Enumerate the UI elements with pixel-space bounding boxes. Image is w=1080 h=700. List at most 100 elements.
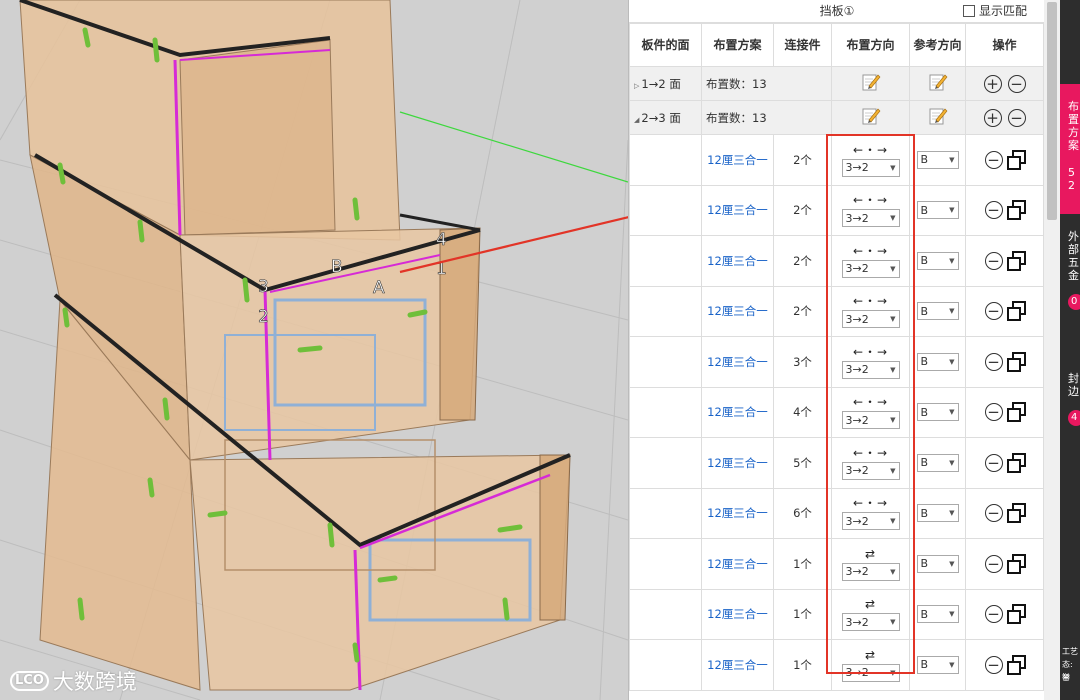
reference-select[interactable]: B ▼ [916,554,959,573]
copy-icon[interactable] [1006,402,1028,423]
dropdown-caret-icon: ▼ [890,163,896,172]
plan-link[interactable]: 12厘三合一 [701,588,774,640]
plan-link[interactable]: 12厘三合一 [701,285,774,337]
scrollbar-thumb[interactable] [1047,2,1057,220]
remove-icon[interactable]: − [984,403,1003,422]
copy-icon[interactable] [1006,250,1028,271]
direction-arrow-icon[interactable]: ←・→ [832,446,909,460]
expanded-icon[interactable]: ◢ [634,116,639,124]
remove-icon[interactable]: − [984,150,1003,169]
cabinet-body[interactable] [19,0,571,691]
direction-arrow-icon[interactable]: ←・→ [832,345,909,359]
reference-select[interactable]: B ▼ [916,251,959,270]
direction-select[interactable]: 3→2 ▼ [841,562,900,581]
reference-select[interactable]: B ▼ [916,655,959,674]
group-face[interactable]: ▷ 1→2 面 [629,66,702,101]
direction-select[interactable]: 3→2 ▼ [841,360,900,379]
direction-select[interactable]: 3→2 ▼ [841,158,900,177]
reference-select[interactable]: B ▼ [916,453,959,472]
side-tab-hardware-label[interactable]: 外部五金 [1068,230,1080,282]
collapsed-icon[interactable]: ▷ [634,82,639,90]
reference-cell: B ▼ [909,588,966,640]
direction-select[interactable]: 3→2 ▼ [841,663,900,682]
direction-arrow-icon[interactable]: ←・→ [832,294,909,308]
copy-icon[interactable] [1006,149,1028,170]
group-row[interactable]: ◢ 2→3 面布置数：13 + − [629,100,1044,135]
direction-arrow-icon[interactable]: ←・→ [832,395,909,409]
reference-cell: B ▼ [909,538,966,590]
reference-select[interactable]: B ▼ [916,605,959,624]
copy-icon[interactable] [1006,452,1028,473]
panel-scrollbar[interactable] [1044,0,1060,700]
reference-select[interactable]: B ▼ [916,150,959,169]
direction-select[interactable]: 3→2 ▼ [841,259,900,278]
direction-select[interactable]: 3→2 ▼ [841,209,900,228]
copy-icon[interactable] [1006,553,1028,574]
direction-select[interactable]: 3→2 ▼ [841,411,900,430]
direction-arrow-icon[interactable]: ⇄ [832,547,909,561]
copy-icon[interactable] [1006,301,1028,322]
plan-link[interactable]: 12厘三合一 [701,639,774,691]
edit-reference-button[interactable] [909,66,966,101]
direction-arrow-icon[interactable]: ←・→ [832,143,909,157]
dropdown-caret-icon: ▼ [890,315,896,324]
plan-link[interactable]: 12厘三合一 [701,437,774,489]
copy-icon[interactable] [1006,351,1028,372]
direction-arrow-icon[interactable]: ⇄ [832,648,909,662]
remove-icon[interactable]: − [984,201,1003,220]
remove-icon[interactable]: − [984,504,1003,523]
connector-qty: 3个 [773,336,832,388]
direction-arrow-icon[interactable]: ←・→ [832,244,909,258]
plan-link[interactable]: 12厘三合一 [701,386,774,438]
remove-icon[interactable]: − [984,251,1003,270]
direction-arrow-icon[interactable]: ⇄ [832,597,909,611]
copy-icon[interactable] [1006,200,1028,221]
group-count: 布置数：13 [701,100,832,135]
group-row[interactable]: ▷ 1→2 面布置数：13 + − [629,66,1044,101]
reference-select[interactable]: B ▼ [916,504,959,523]
direction-select[interactable]: 3→2 ▼ [841,613,900,632]
direction-arrow-icon[interactable]: ←・→ [832,496,909,510]
direction-arrow-icon[interactable]: ←・→ [832,193,909,207]
remove-icon[interactable]: − [1007,108,1026,127]
copy-icon[interactable] [1006,604,1028,625]
reference-select[interactable]: B ▼ [916,201,959,220]
edit-reference-button[interactable] [909,100,966,135]
remove-icon[interactable]: − [984,352,1003,371]
remove-icon[interactable]: − [984,302,1003,321]
connector-qty: 6个 [773,487,832,539]
remove-icon[interactable]: − [984,453,1003,472]
remove-icon[interactable]: − [1007,74,1026,93]
direction-select[interactable]: 3→2 ▼ [841,512,900,531]
show-match-toggle[interactable]: 显示匹配 [962,0,1027,22]
plan-link[interactable]: 12厘三合一 [701,235,774,287]
plan-link[interactable]: 12厘三合一 [701,538,774,590]
col-plan: 布置方案 [701,23,774,67]
show-match-checkbox[interactable] [962,5,975,17]
copy-icon[interactable] [1006,503,1028,524]
plan-link[interactable]: 12厘三合一 [701,336,774,388]
direction-select[interactable]: 3→2 ▼ [841,310,900,329]
dropdown-caret-icon: ▼ [890,264,896,273]
plan-link[interactable]: 12厘三合一 [701,134,774,186]
cabinet-model-canvas[interactable]: 4 1 3 2 B A [0,0,628,700]
side-tab-edge-label[interactable]: 封边 [1068,372,1080,398]
plan-link[interactable]: 12厘三合一 [701,184,774,236]
direction-select[interactable]: 3→2 ▼ [841,461,900,480]
plan-link[interactable]: 12厘三合一 [701,487,774,539]
label-2: 2 [258,307,269,327]
reference-select[interactable]: B ▼ [916,403,959,422]
edit-direction-button[interactable] [831,100,910,135]
remove-icon[interactable]: − [984,605,1003,624]
reference-select[interactable]: B ▼ [916,352,959,371]
3d-viewport[interactable]: 4 1 3 2 B A LCO 大数跨境 [0,0,628,700]
remove-icon[interactable]: − [984,554,1003,573]
group-face[interactable]: ◢ 2→3 面 [629,100,702,135]
edit-direction-button[interactable] [831,66,910,101]
add-icon[interactable]: + [983,108,1002,127]
add-icon[interactable]: + [983,74,1002,93]
watermark: LCO 大数跨境 [10,666,137,696]
copy-icon[interactable] [1006,654,1028,675]
reference-select[interactable]: B ▼ [916,302,959,321]
remove-icon[interactable]: − [984,655,1003,674]
